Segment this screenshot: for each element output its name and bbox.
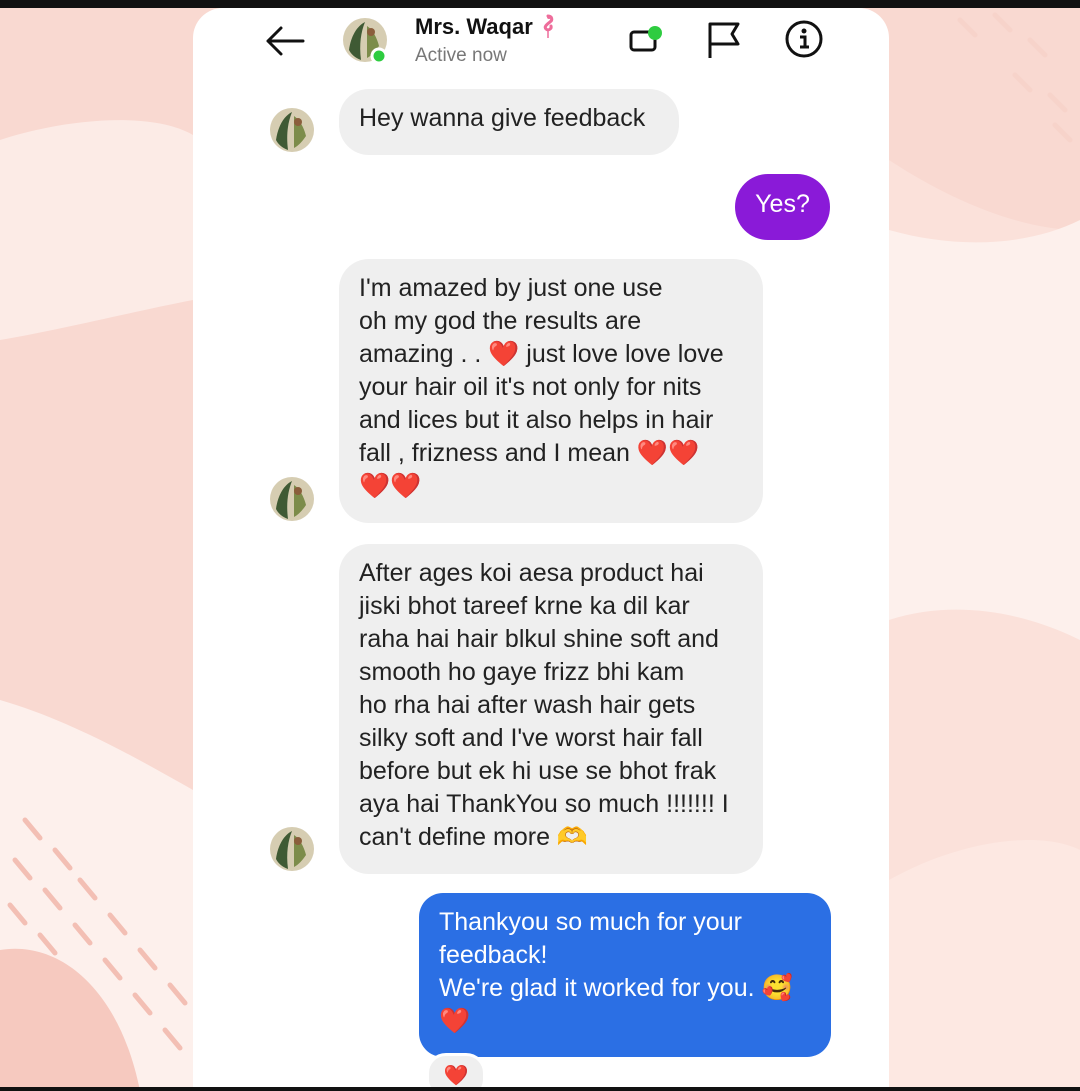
message-bubble-outgoing[interactable]: Thankyou so much for your feedback! We'r…	[419, 893, 831, 1057]
contact-name-text: Mrs. Waqar	[415, 14, 533, 39]
heart-reaction-icon[interactable]: ❤️	[426, 1053, 486, 1087]
active-status: Active now	[415, 45, 507, 66]
contact-avatar[interactable]	[341, 16, 389, 65]
chat-panel: Mrs. Waqar Active now Hey wanna give fee…	[193, 8, 889, 1087]
back-arrow-icon[interactable]	[263, 24, 307, 58]
sender-avatar[interactable]	[268, 106, 316, 154]
message-bubble-incoming[interactable]: Hey wanna give feedback	[339, 89, 679, 155]
sender-avatar[interactable]	[268, 475, 316, 523]
message-bubble-incoming[interactable]: I'm amazed by just one use oh my god the…	[339, 259, 763, 523]
contact-name[interactable]: Mrs. Waqar	[415, 14, 557, 46]
reaction-emoji: ❤️	[443, 1065, 469, 1087]
info-icon[interactable]	[784, 19, 824, 59]
flamingo-icon	[539, 14, 557, 46]
message-bubble-outgoing[interactable]: Yes?	[735, 174, 830, 240]
video-call-icon[interactable]	[629, 24, 665, 56]
bottom-edge	[0, 1087, 1080, 1091]
sender-avatar[interactable]	[268, 825, 316, 873]
report-flag-icon[interactable]	[706, 20, 742, 60]
message-bubble-incoming[interactable]: After ages koi aesa product hai jiski bh…	[339, 544, 763, 874]
